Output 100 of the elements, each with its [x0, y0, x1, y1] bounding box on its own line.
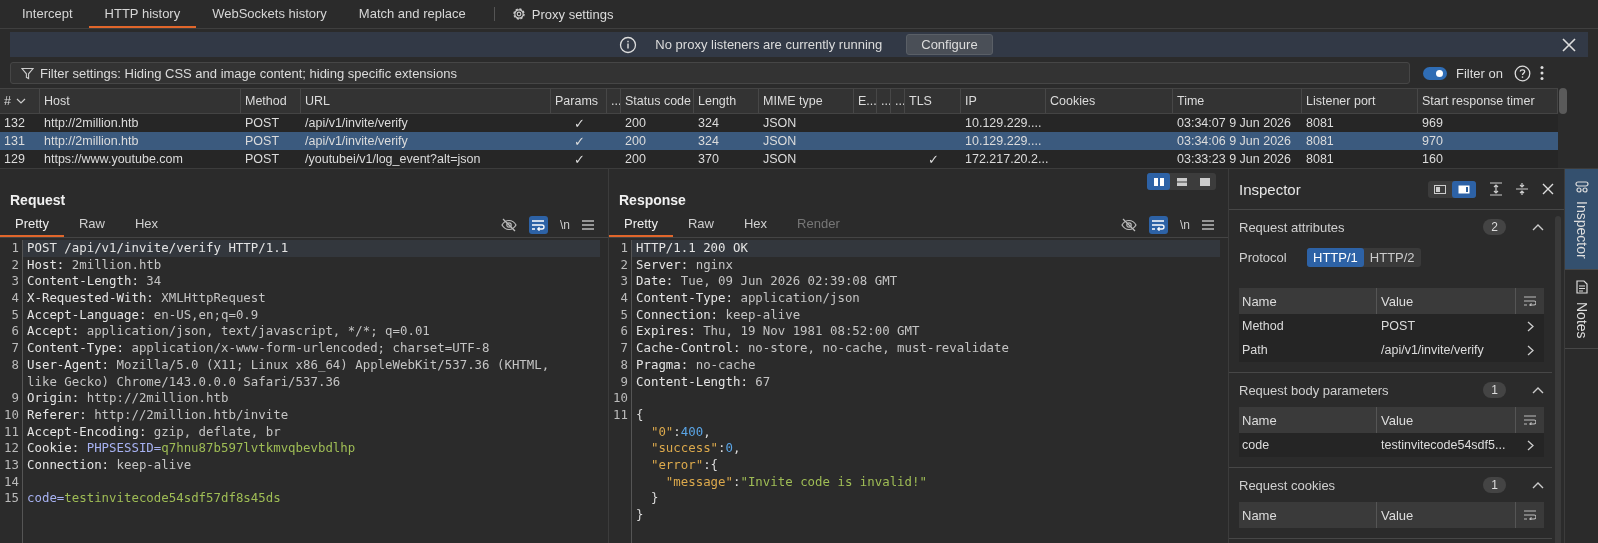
- column-header[interactable]: #: [0, 89, 40, 113]
- help-icon[interactable]: [1513, 64, 1531, 82]
- wrap-icon[interactable]: [1524, 296, 1536, 306]
- filter-settings-text: Filter settings: Hiding CSS and image content; hiding specific extensions: [40, 65, 457, 81]
- eye-off-icon[interactable]: [1121, 218, 1137, 232]
- editor-tab[interactable]: Raw: [63, 216, 120, 237]
- proxy-tab[interactable]: Intercept: [6, 0, 89, 28]
- history-row[interactable]: 131 http://2million.htb POST /api/v1/invite/verify ✓ 200 324 JSON 10.129.229.... 03:34:06 9 Jun 2026 8081 970: [0, 132, 1558, 150]
- editor-tab[interactable]: Raw: [672, 216, 729, 237]
- table-cell: 370: [698, 152, 719, 166]
- table-cell: 970: [1422, 134, 1443, 148]
- chevron-up-icon[interactable]: [1532, 481, 1544, 489]
- menu-icon[interactable]: [1202, 220, 1214, 230]
- code-line: Content-Type: application/json: [636, 290, 860, 306]
- proxy-tab[interactable]: HTTP history: [88, 0, 197, 28]
- proxy-tab[interactable]: WebSockets history: [196, 0, 343, 28]
- code-line: code=testinvitecode54sdf57df8s45ds: [27, 490, 281, 506]
- history-row[interactable]: 132 http://2million.htb POST /api/v1/invite/verify ✓ 200 324 JSON 10.129.229.... 03:34:07 9 Jun 2026 8081 969: [0, 114, 1558, 132]
- table-cell: 324: [698, 134, 719, 148]
- panel-title: Response: [618, 191, 686, 210]
- protocol-option[interactable]: HTTP/1: [1307, 247, 1364, 267]
- table-cell: https://www.youtube.com: [44, 152, 183, 166]
- column-header[interactable]: Params: [551, 89, 607, 113]
- editor-tab[interactable]: Hex: [120, 216, 174, 237]
- column-header[interactable]: MIME type: [759, 89, 854, 113]
- code-line: Cache-Control: no-store, no-cache, must-revalidate: [636, 340, 1009, 356]
- protocol-option[interactable]: HTTP/2: [1363, 247, 1421, 267]
- code-line: POST /api/v1/invite/verify HTTP/1.1: [27, 240, 289, 255]
- table-cell: ✓: [573, 152, 585, 167]
- table-cell: POST: [1381, 319, 1416, 333]
- column-header[interactable]: IP: [961, 89, 1046, 113]
- editor-tab[interactable]: Pretty: [0, 216, 64, 237]
- column-header[interactable]: TLS: [905, 89, 961, 113]
- filter-toggle[interactable]: [1423, 66, 1447, 80]
- wrap-icon: [1151, 219, 1166, 231]
- close-icon[interactable]: [1542, 183, 1554, 195]
- chevron-right-icon[interactable]: [1526, 320, 1534, 332]
- table-cell: /api/v1/invite/verify: [1381, 343, 1484, 357]
- column-header[interactable]: Host: [40, 89, 241, 113]
- eye-off-icon[interactable]: [501, 218, 517, 232]
- column-header[interactable]: Cookies: [1046, 89, 1173, 113]
- column-header[interactable]: Start response timer: [1418, 89, 1558, 113]
- menu-icon[interactable]: [582, 220, 594, 230]
- inspector-title: Inspector: [1239, 180, 1302, 198]
- panel-title: Request: [9, 191, 66, 210]
- column-header[interactable]: Method: [241, 89, 301, 113]
- table-cell: 172.217.20.2...: [965, 152, 1049, 166]
- table-cell: 969: [1422, 116, 1443, 130]
- history-row[interactable]: 129 https://www.youtube.com POST /youtubei/v1/log_event?alt=json ✓ 200 370 JSON ✓ 172.217.20.2... 03:33:23 9 Jun 2026 8081 160: [0, 150, 1558, 168]
- collapse-all-icon[interactable]: [1516, 182, 1528, 196]
- line-number: 12: [4, 440, 19, 456]
- code-line: "0":400,: [649, 423, 711, 439]
- column-header[interactable]: Listener port: [1302, 89, 1418, 113]
- table-cell: 131: [4, 134, 25, 148]
- chevron-up-icon[interactable]: [1532, 223, 1544, 231]
- code-line: Origin: http://2million.htb: [27, 390, 229, 406]
- code-line: Accept-Language: en-US,en;q=0.9: [27, 306, 259, 322]
- newline-toggle[interactable]: \n: [1180, 218, 1190, 232]
- close-icon[interactable]: [1562, 37, 1576, 52]
- wrap-icon[interactable]: [1524, 510, 1536, 520]
- chevron-right-icon[interactable]: [1526, 344, 1534, 356]
- proxy-settings-button[interactable]: Proxy settings: [506, 0, 618, 28]
- table-cell: 200: [625, 116, 646, 130]
- proxy-tab[interactable]: Match and replace: [342, 0, 482, 28]
- column-header[interactable]: ...: [607, 89, 621, 113]
- table-cell: Method: [1242, 319, 1284, 333]
- code-line: User-Agent: Mozilla/5.0 (X11; Linux x86_64) AppleWebKit/537.36 (KHTML,: [27, 356, 550, 372]
- chevron-up-icon[interactable]: [1532, 386, 1544, 394]
- column-header[interactable]: URL: [301, 89, 551, 113]
- wrap-lines-button[interactable]: [1149, 216, 1168, 234]
- funnel-icon: [21, 66, 34, 80]
- code-line: {: [636, 406, 644, 422]
- editor-tab[interactable]: Pretty: [609, 216, 673, 237]
- more-options-icon[interactable]: [1539, 65, 1544, 81]
- newline-toggle[interactable]: \n: [560, 218, 570, 232]
- configure-button[interactable]: Configure: [906, 34, 993, 55]
- column-header[interactable]: Length: [694, 89, 759, 113]
- layout-button[interactable]: [1147, 173, 1170, 190]
- wrap-lines-button[interactable]: [529, 216, 548, 234]
- chevron-right-icon[interactable]: [1526, 439, 1534, 451]
- line-number: 4: [11, 290, 19, 306]
- code-line: like Gecko) Chrome/143.0.0.0 Safari/537.36: [27, 373, 341, 389]
- column-header[interactable]: Time: [1173, 89, 1302, 113]
- editor-tab[interactable]: Hex: [729, 216, 783, 237]
- count-badge: 2: [1483, 219, 1506, 235]
- column-header[interactable]: Status code: [621, 89, 694, 113]
- layout-button[interactable]: [1452, 180, 1476, 198]
- expand-all-icon[interactable]: [1490, 182, 1502, 196]
- line-number: 8: [620, 356, 628, 372]
- code-line: }: [649, 490, 659, 506]
- side-tab[interactable]: Inspector: [1565, 169, 1598, 270]
- side-tab[interactable]: Notes: [1565, 269, 1598, 350]
- column-header[interactable]: E...: [854, 89, 877, 113]
- filter-settings-bar[interactable]: Filter settings: Hiding CSS and image content; hiding specific extensions: [10, 62, 1410, 84]
- line-number: 9: [620, 373, 628, 389]
- wrap-icon[interactable]: [1524, 415, 1536, 425]
- column-header[interactable]: ...: [877, 89, 891, 113]
- column-header[interactable]: ...: [891, 89, 905, 113]
- section-title: Request body parameters: [1239, 382, 1390, 398]
- scrollbar-thumb[interactable]: [1559, 88, 1567, 114]
